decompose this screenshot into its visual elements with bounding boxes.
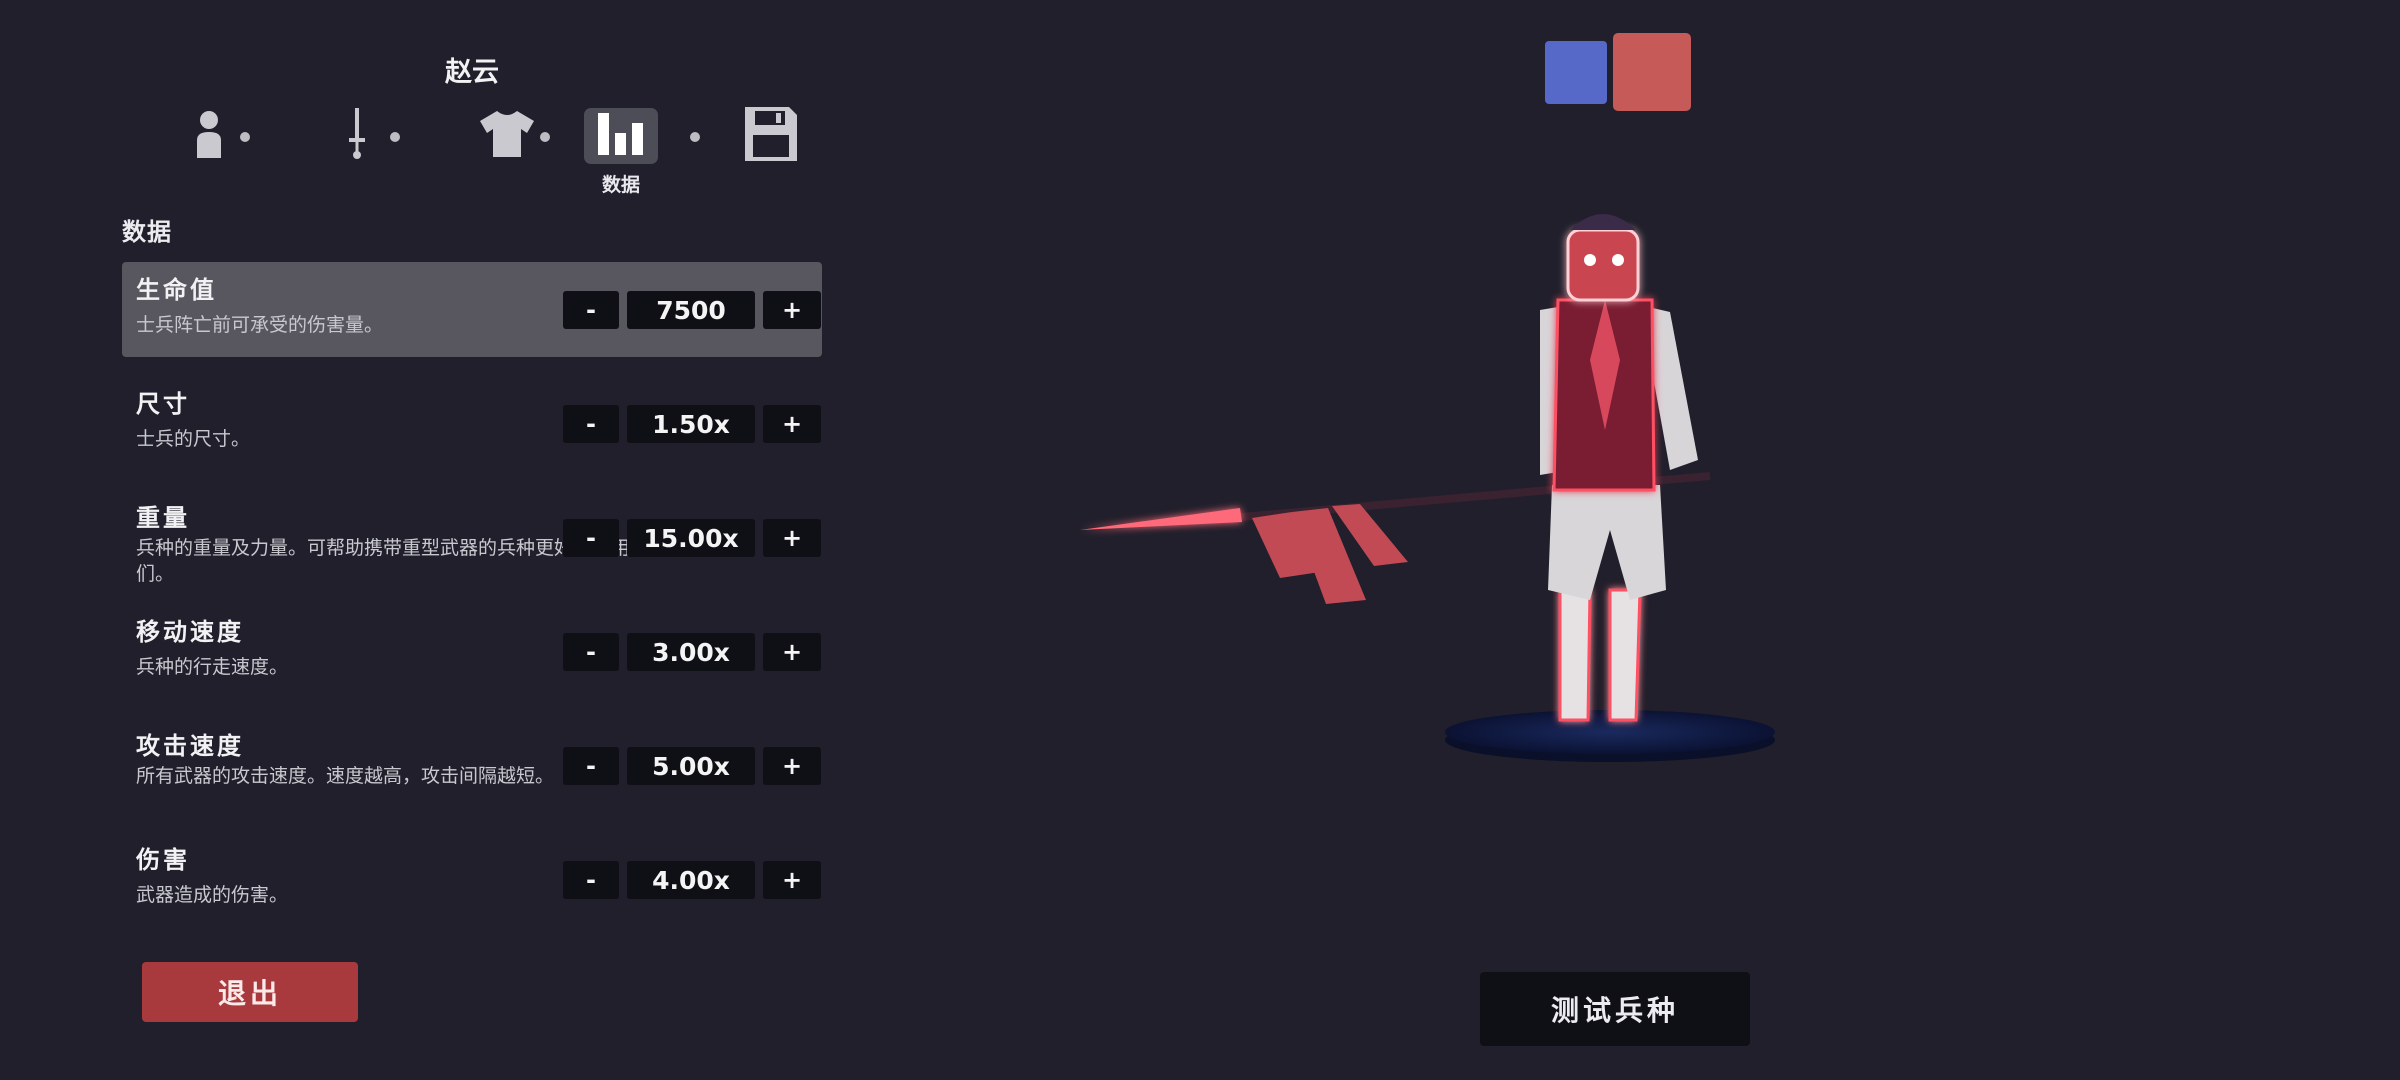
decrease-button[interactable]: - [563,291,619,329]
increase-button[interactable]: + [763,405,821,443]
team-blue-swatch[interactable] [1545,41,1607,104]
stat-row-damage[interactable]: 伤害 武器造成的伤害。 - 4.00x + [122,832,822,927]
increase-button[interactable]: + [763,633,821,671]
team-red-swatch[interactable] [1613,33,1691,111]
decrease-button[interactable]: - [563,519,619,557]
person-icon [195,110,223,162]
tab-separator-dot [690,132,700,142]
tab-separator-dot [540,132,550,142]
sword-icon [347,108,367,164]
tab-stats[interactable] [584,108,658,164]
stat-value[interactable]: 7500 [627,291,755,329]
test-unit-button[interactable]: 测试兵种 [1480,972,1750,1046]
tab-save[interactable] [734,107,808,165]
stat-value[interactable]: 4.00x [627,861,755,899]
tab-appearance[interactable] [172,108,246,164]
editor-tab-bar: 数据 [140,107,820,208]
stat-name: 移动速度 [136,618,244,646]
stat-name: 重量 [136,504,190,532]
decrease-button[interactable]: - [563,861,619,899]
tab-weapons[interactable] [320,108,394,164]
unit-preview[interactable] [1070,200,1790,780]
stat-value[interactable]: 3.00x [627,633,755,671]
increase-button[interactable]: + [763,519,821,557]
increase-button[interactable]: + [763,291,821,329]
tab-separator-dot [390,132,400,142]
tab-clothing[interactable] [470,108,544,164]
stat-name: 伤害 [136,846,190,874]
stat-row-size[interactable]: 尺寸 士兵的尺寸。 - 1.50x + [122,376,822,471]
decrease-button[interactable]: - [563,633,619,671]
unit-model-illustration [1080,214,1775,762]
tab-stats-label: 数据 [601,174,640,196]
stat-value[interactable]: 1.50x [627,405,755,443]
save-icon [745,107,797,165]
stat-row-attack-speed[interactable]: 攻击速度 所有武器的攻击速度。速度越高，攻击间隔越短。 - 5.00x + [122,718,822,813]
increase-button[interactable]: + [763,747,821,785]
stat-row-mass[interactable]: 重量 兵种的重量及力量。可帮助携带重型武器的兵种更好地使用它们。 - 15.00… [122,490,822,585]
section-title: 数据 [122,218,172,246]
stats-chart-icon [596,113,646,159]
shirt-icon [480,111,534,161]
unit-name: 赵云 [445,57,499,88]
stat-name: 尺寸 [136,390,190,418]
increase-button[interactable]: + [763,861,821,899]
stat-row-movement-speed[interactable]: 移动速度 兵种的行走速度。 - 3.00x + [122,604,822,699]
stat-value[interactable]: 15.00x [627,519,755,557]
stat-name: 生命值 [136,276,217,304]
decrease-button[interactable]: - [563,747,619,785]
exit-button[interactable]: 退出 [142,962,358,1022]
tab-separator-dot [240,132,250,142]
stat-value[interactable]: 5.00x [627,747,755,785]
stat-name: 攻击速度 [136,732,244,760]
stat-row-health[interactable]: 生命值 士兵阵亡前可承受的伤害量。 - 7500 + [122,262,822,357]
decrease-button[interactable]: - [563,405,619,443]
